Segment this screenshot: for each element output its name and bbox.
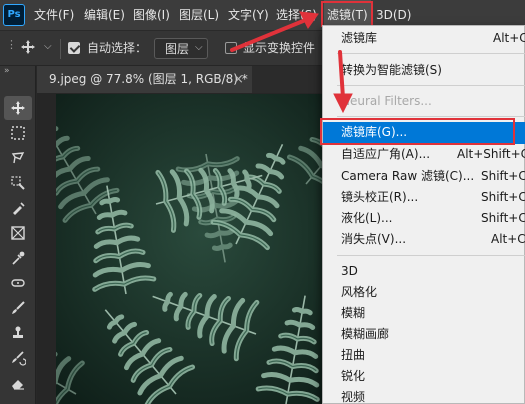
show-transform-controls-checkbox[interactable] [225, 42, 237, 54]
document-tab[interactable]: 9.jpeg @ 77.8% (图层 1, RGB/8) * [37, 66, 252, 93]
show-transform-controls-label: 显示变换控件 [243, 41, 316, 55]
move-tool-icon[interactable] [20, 39, 36, 58]
menu-separator [337, 255, 525, 256]
panel-grip-icon: ⋮ [6, 38, 17, 51]
menu-item-last-filter[interactable]: 滤镜库 Alt+Ct [323, 28, 525, 49]
menu-item-label: 镜头校正(R)... [341, 190, 419, 204]
layer-select-value: 图层 [165, 42, 190, 56]
menu-item-label: 自适应广角(A)... [341, 147, 431, 161]
menu-item-label: 扭曲 [341, 348, 366, 362]
menu-edit[interactable]: 编辑(E) [84, 0, 125, 30]
menu-item-shortcut: Shift+Ct [481, 169, 525, 183]
menu-item-label: 模糊画廊 [341, 327, 390, 341]
menu-image[interactable]: 图像(I) [133, 0, 170, 30]
menu-item-blur[interactable]: 模糊 [323, 303, 525, 324]
move-tool-icon[interactable] [4, 96, 32, 120]
divider [60, 39, 61, 59]
menu-item-label: 锐化 [341, 369, 366, 383]
menu-item-vanishing-point[interactable]: 消失点(V)... Alt+Ct [323, 229, 525, 250]
menu-item-lens-correction[interactable]: 镜头校正(R)... Shift+Ct [323, 187, 525, 208]
menu-item-sharpen[interactable]: 锐化 [323, 366, 525, 387]
marquee-tool-icon[interactable] [4, 121, 32, 145]
menu-item-label: 视频 [341, 390, 366, 404]
menu-separator [337, 53, 525, 54]
menu-item-label: 风格化 [341, 285, 378, 299]
menu-item-video[interactable]: 视频 [323, 387, 525, 404]
menu-item-label: 转换为智能滤镜(S) [341, 63, 442, 77]
menu-item-label: 消失点(V)... [341, 232, 407, 246]
tool-preset-chevron-down-icon[interactable]: ⌵ [44, 42, 52, 52]
menu-item-shortcut: Shift+Ct [481, 190, 525, 204]
menu-item-camera-raw-filter[interactable]: Camera Raw 滤镜(C)... Shift+Ct [323, 166, 525, 187]
quick-select-tool-icon[interactable] [4, 171, 32, 195]
healing-brush-tool-icon[interactable] [4, 271, 32, 295]
menu-item-label: 3D [341, 264, 358, 278]
menu-item-filter-gallery[interactable]: 滤镜库(G)... [323, 122, 525, 144]
menu-item-liquify[interactable]: 液化(L)... Shift+Ct [323, 208, 525, 229]
document-tab-title: 9.jpeg @ 77.8% (图层 1, RGB/8) * [49, 72, 248, 86]
clone-stamp-tool-icon[interactable] [4, 321, 32, 345]
menu-item-shortcut: Alt+Shift+Ct [457, 147, 525, 161]
menu-item-label: 模糊 [341, 306, 366, 320]
menu-layer[interactable]: 图层(L) [179, 0, 219, 30]
chevron-down-icon: ⌵ [195, 42, 203, 53]
menu-type[interactable]: 文字(Y) [228, 0, 269, 30]
tools-panel: » [0, 66, 36, 404]
menu-item-blur-gallery[interactable]: 模糊画廊 [323, 324, 525, 345]
menu-select[interactable]: 选择(S) [276, 0, 317, 30]
history-brush-tool-icon[interactable] [4, 346, 32, 370]
eraser-tool-icon[interactable] [4, 371, 32, 395]
menu-item-shortcut: Alt+Ct [493, 31, 525, 45]
menu-separator [337, 85, 525, 86]
brush-small-tool-icon[interactable] [4, 196, 32, 220]
eyedropper-tool-icon[interactable] [4, 246, 32, 270]
auto-select-label: 自动选择： [87, 41, 148, 55]
menu-item-neural-filters: Neural Filters... [323, 91, 525, 112]
collapse-panel-icon[interactable]: » [4, 66, 10, 76]
fern-photo-image[interactable] [56, 94, 346, 404]
menu-item-label: 滤镜库(G)... [341, 125, 408, 139]
filter-dropdown-menu: 滤镜库 Alt+Ct 转换为智能滤镜(S) Neural Filters... … [322, 25, 525, 404]
menu-item-convert-smart-filters[interactable]: 转换为智能滤镜(S) [323, 60, 525, 81]
close-document-icon[interactable]: × [233, 66, 244, 93]
menu-item-label: 液化(L)... [341, 211, 393, 225]
menu-file[interactable]: 文件(F) [34, 0, 74, 30]
menu-item-shortcut: Alt+Ct [491, 232, 525, 246]
menu-item-label: Neural Filters... [341, 94, 432, 108]
brush-tool-icon[interactable] [4, 296, 32, 320]
photoshop-logo: Ps [3, 4, 25, 26]
menu-item-shortcut: Shift+Ct [481, 211, 525, 225]
frame-tool-icon[interactable] [4, 221, 32, 245]
menu-item-stylize[interactable]: 风格化 [323, 282, 525, 303]
menu-item-label: 滤镜库 [341, 31, 378, 45]
auto-select-target-dropdown[interactable]: 图层 ⌵ [154, 38, 208, 59]
menu-item-distort[interactable]: 扭曲 [323, 345, 525, 366]
menu-item-adaptive-wide-angle[interactable]: 自适应广角(A)... Alt+Shift+Ct [323, 144, 525, 165]
lasso-tool-icon[interactable] [4, 146, 32, 170]
menu-separator [337, 116, 525, 117]
menu-item-label: Camera Raw 滤镜(C)... [341, 169, 475, 183]
auto-select-checkbox[interactable] [68, 42, 80, 54]
menu-item-3d[interactable]: 3D [323, 261, 525, 282]
